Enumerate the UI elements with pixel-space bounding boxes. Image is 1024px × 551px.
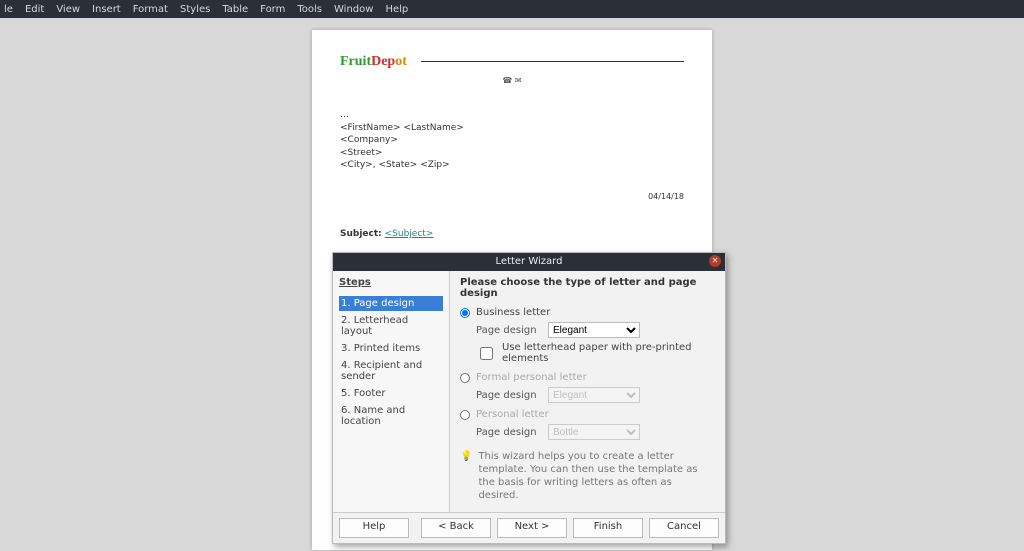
letter-wizard-dialog: Letter Wizard ✕ Steps 1. Page design 2. …	[332, 252, 726, 544]
help-button[interactable]: Help	[339, 518, 409, 538]
option-business-row: Business letter	[460, 307, 715, 318]
radio-business-letter[interactable]	[460, 308, 470, 318]
label-preprinted: Use letterhead paper with pre-printed el…	[502, 342, 715, 364]
formal-design-label: Page design	[476, 390, 540, 401]
menu-tools[interactable]: Tools	[297, 4, 322, 15]
step-1-page-design[interactable]: 1. Page design	[339, 296, 443, 311]
addr-company: <Company>	[340, 134, 684, 147]
radio-personal-letter[interactable]	[460, 410, 470, 420]
business-design-row: Page design Elegant	[476, 322, 715, 338]
step-5-footer[interactable]: 5. Footer	[339, 386, 443, 401]
header-divider	[421, 61, 684, 63]
finish-button[interactable]: Finish	[573, 518, 643, 538]
menu-styles[interactable]: Styles	[180, 4, 210, 15]
brand-logo: FruitDepot	[340, 54, 407, 70]
address-block: … <FirstName> <LastName> <Company> <Stre…	[340, 109, 684, 172]
label-business-letter: Business letter	[476, 307, 550, 318]
menu-form[interactable]: Form	[260, 4, 285, 15]
dialog-close-button[interactable]: ✕	[709, 255, 721, 267]
preprinted-row: Use letterhead paper with pre-printed el…	[476, 342, 715, 364]
label-formal-letter: Formal personal letter	[476, 372, 587, 383]
menu-view[interactable]: View	[56, 4, 80, 15]
menu-file[interactable]: le	[4, 4, 13, 15]
business-design-select[interactable]: Elegant	[548, 322, 640, 338]
formal-design-row: Page design Elegant	[476, 387, 715, 403]
formal-design-select[interactable]: Elegant	[548, 387, 640, 403]
dialog-body: Steps 1. Page design 2. Letterhead layou…	[333, 271, 725, 512]
personal-design-label: Page design	[476, 427, 540, 438]
menu-insert[interactable]: Insert	[92, 4, 121, 15]
dialog-titlebar: Letter Wizard ✕	[333, 253, 725, 271]
personal-design-row: Page design Bottle	[476, 424, 715, 440]
checkbox-preprinted[interactable]	[480, 347, 493, 360]
step-6-name-location[interactable]: 6. Name and location	[339, 403, 443, 429]
content-heading: Please choose the type of letter and pag…	[460, 277, 715, 299]
cancel-button[interactable]: Cancel	[649, 518, 719, 538]
subject-line: Subject: <Subject>	[340, 229, 684, 239]
dialog-content: Please choose the type of letter and pag…	[450, 271, 725, 512]
letter-date: 04/14/18	[340, 192, 684, 201]
step-4-recipient-sender[interactable]: 4. Recipient and sender	[339, 358, 443, 384]
contact-icons: ☎ ✉	[340, 76, 684, 85]
wizard-hint: 💡 This wizard helps you to create a lett…	[460, 450, 715, 502]
step-3-printed-items[interactable]: 3. Printed items	[339, 341, 443, 356]
subject-label: Subject:	[340, 229, 382, 239]
dialog-title-text: Letter Wizard	[496, 256, 563, 267]
menu-edit[interactable]: Edit	[25, 4, 44, 15]
addr-city: <City>, <State> <Zip>	[340, 159, 684, 172]
addr-name: <FirstName> <LastName>	[340, 122, 684, 135]
radio-formal-letter[interactable]	[460, 373, 470, 383]
steps-panel: Steps 1. Page design 2. Letterhead layou…	[333, 271, 450, 512]
step-2-letterhead-layout[interactable]: 2. Letterhead layout	[339, 313, 443, 339]
steps-heading: Steps	[339, 277, 443, 288]
menu-help[interactable]: Help	[385, 4, 408, 15]
workspace: FruitDepot ☎ ✉ … <FirstName> <LastName> …	[0, 18, 1024, 551]
addr-street: <Street>	[340, 147, 684, 160]
menubar: le Edit View Insert Format Styles Table …	[0, 0, 1024, 18]
menu-format[interactable]: Format	[133, 4, 168, 15]
lightbulb-icon: 💡	[460, 450, 472, 502]
business-design-label: Page design	[476, 325, 540, 336]
personal-design-select[interactable]: Bottle	[548, 424, 640, 440]
subject-placeholder: <Subject>	[385, 229, 434, 239]
option-personal-row: Personal letter	[460, 409, 715, 420]
menu-table[interactable]: Table	[222, 4, 248, 15]
wizard-hint-text: This wizard helps you to create a letter…	[478, 450, 715, 502]
addr-ellipsis: …	[340, 109, 684, 122]
letterhead: FruitDepot	[340, 54, 684, 70]
option-formal-row: Formal personal letter	[460, 372, 715, 383]
menu-window[interactable]: Window	[334, 4, 373, 15]
label-personal-letter: Personal letter	[476, 409, 549, 420]
next-button[interactable]: Next >	[497, 518, 567, 538]
dialog-button-row: Help < Back Next > Finish Cancel	[333, 512, 725, 543]
back-button[interactable]: < Back	[421, 518, 491, 538]
